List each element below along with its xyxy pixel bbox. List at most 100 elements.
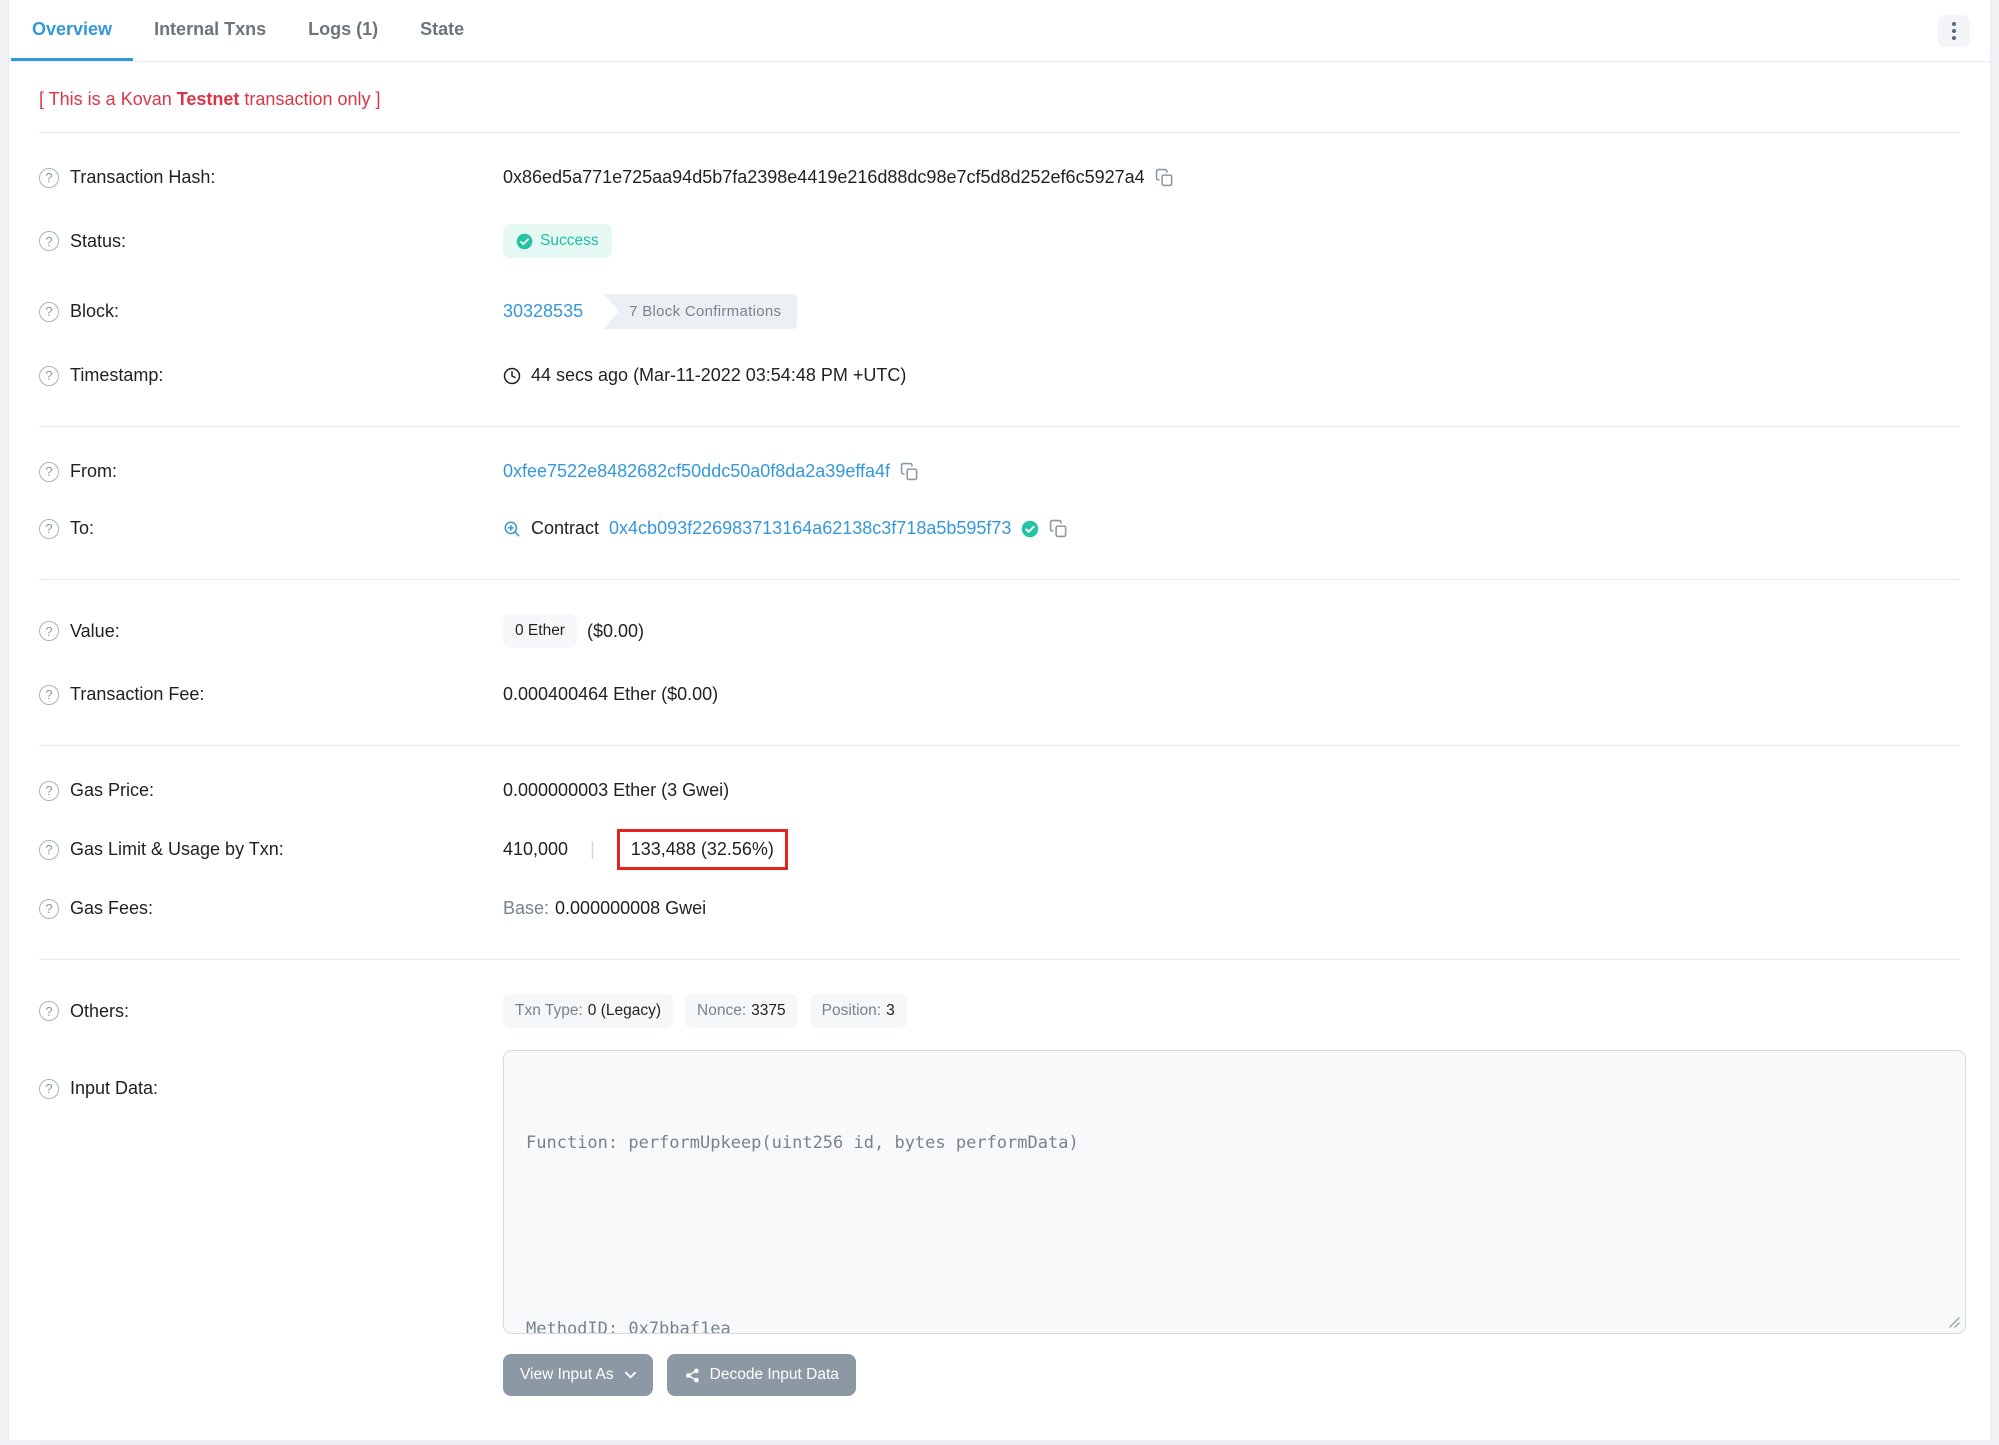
decode-input-data-button[interactable]: Decode Input Data (666, 1354, 856, 1396)
help-icon[interactable]: ? (39, 301, 59, 322)
input-data-label: Input Data: (70, 1078, 159, 1098)
gas-limit-usage-label: Gas Limit & Usage by Txn: (70, 839, 284, 859)
divider (39, 745, 1960, 746)
resize-grip-icon[interactable] (1946, 1314, 1960, 1328)
gas-fees-base-value: 0.000000008 Gwei (555, 898, 707, 918)
row-transaction-fee: ? Transaction Fee: 0.000400464 Ether ($0… (39, 666, 1960, 723)
help-icon[interactable]: ? (39, 365, 59, 386)
position-value: 3 (886, 1002, 895, 1019)
copy-icon[interactable] (1049, 519, 1068, 538)
row-value: ? Value: 0 Ether ($0.00) (39, 596, 1960, 666)
block-label: Block: (70, 301, 120, 321)
divider (39, 579, 1960, 580)
tab-spacer (485, 0, 1938, 61)
block-confirmations-badge: 7 Block Confirmations (603, 294, 798, 329)
help-icon[interactable]: ? (39, 684, 59, 705)
nonce-badge: Nonce: 3375 (685, 994, 798, 1028)
value-usd: ($0.00) (586, 620, 645, 641)
gas-separator: | (590, 839, 595, 859)
divider (39, 132, 1960, 133)
input-function-line: Function: performUpkeep(uint256 id, byte… (526, 1133, 1079, 1153)
value-label: Value: (70, 620, 120, 641)
nonce-value: 3375 (751, 1002, 786, 1019)
input-methodid-line: MethodID: 0x7bbaf1ea (526, 1319, 731, 1334)
input-data-actions: View Input As Decode Input Data (503, 1354, 1966, 1396)
timestamp-value: 44 secs ago (Mar-11-2022 03:54:48 PM +UT… (531, 365, 907, 385)
copy-icon[interactable] (1155, 168, 1174, 187)
gas-limit-value: 410,000 (503, 839, 569, 859)
row-others: ? Others: Txn Type: 0 (Legacy) Nonce: 33… (39, 976, 1960, 1046)
check-circle-icon (516, 233, 533, 249)
notice-prefix: [ This is a Kovan (39, 89, 177, 109)
help-icon[interactable]: ? (39, 898, 59, 919)
status-badge: Success (503, 224, 612, 258)
tab-bar: Overview Internal Txns Logs (1) State (9, 0, 1990, 62)
tab-state[interactable]: State (399, 0, 485, 61)
to-label: To: (70, 518, 95, 538)
divider (39, 959, 1960, 960)
copy-icon[interactable] (900, 462, 919, 481)
help-icon[interactable]: ? (39, 621, 59, 641)
row-from: ? From: 0xfee7522e8482682cf50ddc50a0f8da… (39, 443, 1960, 500)
gas-fees-label: Gas Fees: (70, 898, 154, 918)
gas-price-value: 0.000000003 Ether (3 Gwei) (503, 780, 730, 800)
from-label: From: (70, 461, 117, 481)
zoom-in-icon[interactable] (503, 520, 521, 538)
chevron-down-icon (624, 1371, 636, 1379)
txn-type-value: 0 (Legacy) (587, 1002, 662, 1019)
block-number-link[interactable]: 30328535 (503, 301, 583, 322)
view-input-as-button[interactable]: View Input As (503, 1354, 653, 1396)
help-icon[interactable]: ? (39, 231, 59, 251)
row-block: ? Block: 30328535 7 Block Confirmations (39, 276, 1960, 347)
others-label: Others: (70, 1000, 130, 1021)
txn-type-badge: Txn Type: 0 (Legacy) (503, 994, 674, 1028)
gas-price-label: Gas Price: (70, 780, 155, 800)
status-value: Success (540, 232, 599, 249)
transaction-card: Overview Internal Txns Logs (1) State [ … (8, 0, 1991, 1445)
help-icon[interactable]: ? (39, 167, 59, 188)
decode-icon (685, 1368, 699, 1382)
timestamp-label: Timestamp: (70, 365, 164, 385)
help-icon[interactable]: ? (39, 780, 59, 801)
transaction-fee-value: 0.000400464 Ether ($0.00) (503, 684, 719, 704)
kebab-menu-button[interactable] (1938, 14, 1970, 47)
tab-internal-txns[interactable]: Internal Txns (133, 0, 287, 61)
help-icon[interactable]: ? (39, 518, 59, 539)
row-transaction-hash: ? Transaction Hash: 0x86ed5a771e725aa94d… (39, 149, 1960, 206)
value-badge: 0 Ether (503, 614, 577, 648)
tab-overview[interactable]: Overview (11, 0, 134, 61)
transaction-hash-value: 0x86ed5a771e725aa94d5b7fa2398e4419e216d8… (503, 167, 1145, 187)
transaction-fee-label: Transaction Fee: (70, 684, 205, 704)
row-input-data: ? Input Data: Function: performUpkeep(ui… (39, 1046, 1966, 1414)
testnet-notice: [ This is a Kovan Testnet transaction on… (39, 89, 1960, 110)
transaction-hash-label: Transaction Hash: (70, 167, 216, 187)
from-address-link[interactable]: 0xfee7522e8482682cf50ddc50a0f8da2a39effa… (503, 461, 890, 482)
row-gas-fees: ? Gas Fees: Base: 0.000000008 Gwei (39, 880, 1960, 937)
divider (39, 426, 1960, 427)
help-icon[interactable]: ? (39, 839, 59, 860)
position-key: Position: (821, 1002, 882, 1019)
input-data-box[interactable]: Function: performUpkeep(uint256 id, byte… (503, 1050, 1966, 1334)
gas-usage-value: 133,488 (32.56%) (630, 839, 774, 859)
annotation-highlight-box: 133,488 (32.56%) (616, 829, 788, 870)
to-address-link[interactable]: 0x4cb093f226983713164a62138c3f718a5b595f… (609, 518, 1011, 539)
kebab-icon (1952, 21, 1956, 26)
row-gas-price: ? Gas Price: 0.000000003 Ether (3 Gwei) (39, 762, 1960, 819)
position-badge: Position: 3 (809, 994, 907, 1028)
nonce-key: Nonce: (697, 1002, 747, 1019)
help-icon[interactable]: ? (39, 1001, 59, 1021)
gas-fees-base-label: Base: (503, 898, 550, 918)
notice-bold: Testnet (176, 89, 240, 109)
clock-icon (503, 367, 521, 384)
tab-logs[interactable]: Logs (1) (287, 0, 399, 61)
help-icon[interactable]: ? (39, 1078, 59, 1099)
txn-type-key: Txn Type: (515, 1002, 583, 1019)
row-gas-limit-usage: ? Gas Limit & Usage by Txn: 410,000 | 13… (39, 819, 1960, 880)
to-contract-prefix: Contract (531, 518, 600, 538)
help-icon[interactable]: ? (39, 461, 59, 482)
status-label: Status: (70, 230, 127, 251)
row-to: ? To: Contract 0x4cb093f226983713164a621… (39, 500, 1960, 557)
notice-suffix: transaction only ] (239, 89, 381, 109)
row-status: ? Status: Success (39, 206, 1960, 276)
row-timestamp: ? Timestamp: 44 secs ago (Mar-11-2022 03… (39, 347, 1960, 404)
